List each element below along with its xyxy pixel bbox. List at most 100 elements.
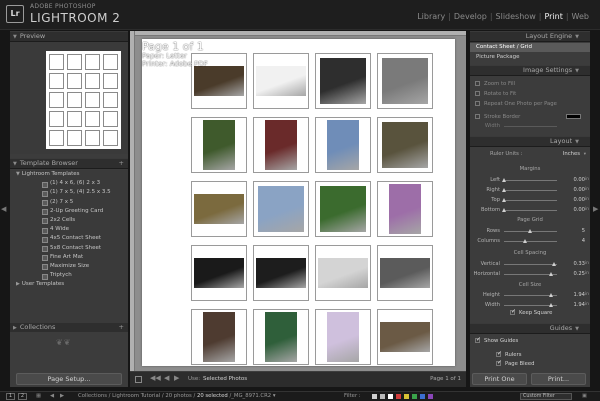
page-view-icon[interactable] [135,376,142,383]
slider-knob-icon[interactable] [549,293,554,297]
photo-cell[interactable] [315,245,371,301]
slider-knob-icon[interactable] [549,272,554,276]
slider-knob-icon[interactable] [501,198,506,202]
template-item[interactable]: Fine Art Mat [10,253,128,262]
slider-track[interactable] [504,303,557,307]
template-item[interactable]: 5x8 Contact Sheet [10,244,128,253]
slider-value[interactable]: 4 [582,237,585,245]
filter-flag-icon[interactable] [388,394,393,399]
slider-horizontal[interactable]: Horizontal 0.25 in [470,270,590,278]
forward-icon[interactable]: ▶ [60,392,64,401]
photo-cell[interactable] [315,181,371,237]
print-button[interactable]: Print... [531,373,586,385]
slider-track[interactable] [501,178,557,182]
module-library[interactable]: Library [414,12,448,21]
photo-cell[interactable] [315,53,371,109]
photo-cell[interactable] [253,53,309,109]
ruler-units-row[interactable]: Ruler Units : Inches ▾ [470,150,590,159]
page-setup-button[interactable]: Page Setup... [16,373,122,385]
rotate-to-fit-checkbox[interactable]: Rotate to Fit [475,90,516,98]
filmstrip-page-2[interactable]: 2 [18,393,27,400]
slider-track[interactable] [504,262,557,266]
template-item[interactable]: (2) 7 x 5 [10,198,128,207]
slider-right[interactable]: Right 0.00 in [470,186,590,194]
template-item[interactable]: Triptych [10,271,128,280]
photo-cell[interactable] [191,245,247,301]
print-one-button[interactable]: Print One [472,373,527,385]
photo-cell[interactable] [377,181,433,237]
slider-bottom[interactable]: Bottom 0.00 in [470,206,590,214]
image-settings-header[interactable]: Image Settings ▼ [470,65,590,76]
slider-top[interactable]: Top 0.00 in [470,196,590,204]
preview-header[interactable]: ▼ Preview [10,31,128,42]
previous-page-icon[interactable]: ◀ [164,374,169,382]
guides-header[interactable]: Guides ▼ [470,323,590,334]
photo-cell[interactable] [377,117,433,173]
template-item[interactable]: (1) 4 x 6, (6) 2 x 3 [10,179,128,188]
layout-engine-header[interactable]: Layout Engine ▼ [470,31,590,42]
stroke-border-checkbox[interactable]: Stroke Border [475,113,585,121]
filter-flag-icon[interactable] [412,394,417,399]
photo-cell[interactable] [315,309,371,365]
filter-lock-icon[interactable]: ▣ [582,392,587,401]
layout-style-picture-package[interactable]: Picture Package [470,53,590,62]
use-selector[interactable]: Selected Photos [203,376,247,382]
slider-knob-icon[interactable] [501,178,506,182]
add-template-icon[interactable]: + [119,159,124,168]
filter-flag-icon[interactable] [428,394,433,399]
template-item[interactable]: 2x2 Cells [10,216,128,225]
grid-view-icon[interactable]: ▦ [36,392,41,401]
slider-track[interactable] [504,293,557,297]
next-page-icon[interactable]: ▶ [174,374,179,382]
filmstrip-page-1[interactable]: 1 [6,393,15,400]
slider-track[interactable] [504,229,557,233]
slider-value[interactable]: 0.33 [573,260,585,268]
slider-columns[interactable]: Columns 4 [470,237,590,245]
photo-cell[interactable] [315,117,371,173]
repeat-photo-checkbox[interactable]: Repeat One Photo per Page [475,100,557,108]
photo-cell[interactable] [253,309,309,365]
page-bleed-checkbox[interactable]: Page Bleed [496,359,535,368]
template-folder-user[interactable]: ▶ User Templates [10,280,128,289]
slider-track[interactable] [501,188,557,192]
slider-knob-icon[interactable] [501,208,506,212]
keep-square-checkbox[interactable]: Keep Square [510,308,552,317]
slider-value[interactable]: 1.94 [573,291,585,299]
slider-value[interactable]: 0.00 [573,206,585,214]
template-item[interactable]: 4x5 Contact Sheet [10,234,128,243]
slider-value[interactable]: 1.94 [573,301,585,309]
module-slideshow[interactable]: Slideshow [493,12,539,21]
add-collection-icon[interactable]: + [119,323,124,332]
slider-track[interactable] [504,239,557,243]
filter-flag-icon[interactable] [372,394,377,399]
module-print[interactable]: Print [541,12,565,21]
photo-cell[interactable] [191,117,247,173]
photo-cell[interactable] [253,181,309,237]
right-panel-toggle-icon[interactable]: ▶ [593,205,598,213]
slider-height[interactable]: Height 1.94 in [470,291,590,299]
slider-knob-icon[interactable] [501,188,506,192]
photo-cell[interactable] [377,245,433,301]
slider-track[interactable] [501,208,557,212]
filter-flag-icon[interactable] [380,394,385,399]
filter-flag-icon[interactable] [420,394,425,399]
photo-cell[interactable] [191,181,247,237]
layout-style-contact-sheet[interactable]: Contact Sheet / Grid [470,43,590,52]
photo-cell[interactable] [191,309,247,365]
template-browser-header[interactable]: ▼ Template Browser + [10,158,128,169]
template-folder-lightroom[interactable]: ▼ Lightroom Templates [10,170,128,179]
custom-filter-dropdown[interactable]: Custom Filter [520,393,572,400]
show-guides-checkbox[interactable]: Show Guides [475,336,518,345]
slider-value[interactable]: 0.00 [573,176,585,184]
filter-flag-icon[interactable] [396,394,401,399]
slider-value[interactable]: 0.25 [573,270,585,278]
template-item[interactable]: 4 Wide [10,225,128,234]
photo-cell[interactable] [253,117,309,173]
photo-cell[interactable] [377,53,433,109]
slider-knob-icon[interactable] [551,262,556,266]
slider-value[interactable]: 0.00 [573,186,585,194]
slider-left[interactable]: Left 0.00 in [470,176,590,184]
slider-value[interactable]: 0.00 [573,196,585,204]
zoom-to-fill-checkbox[interactable]: Zoom to Fill [475,80,515,88]
template-item[interactable]: Maximize Size [10,262,128,271]
